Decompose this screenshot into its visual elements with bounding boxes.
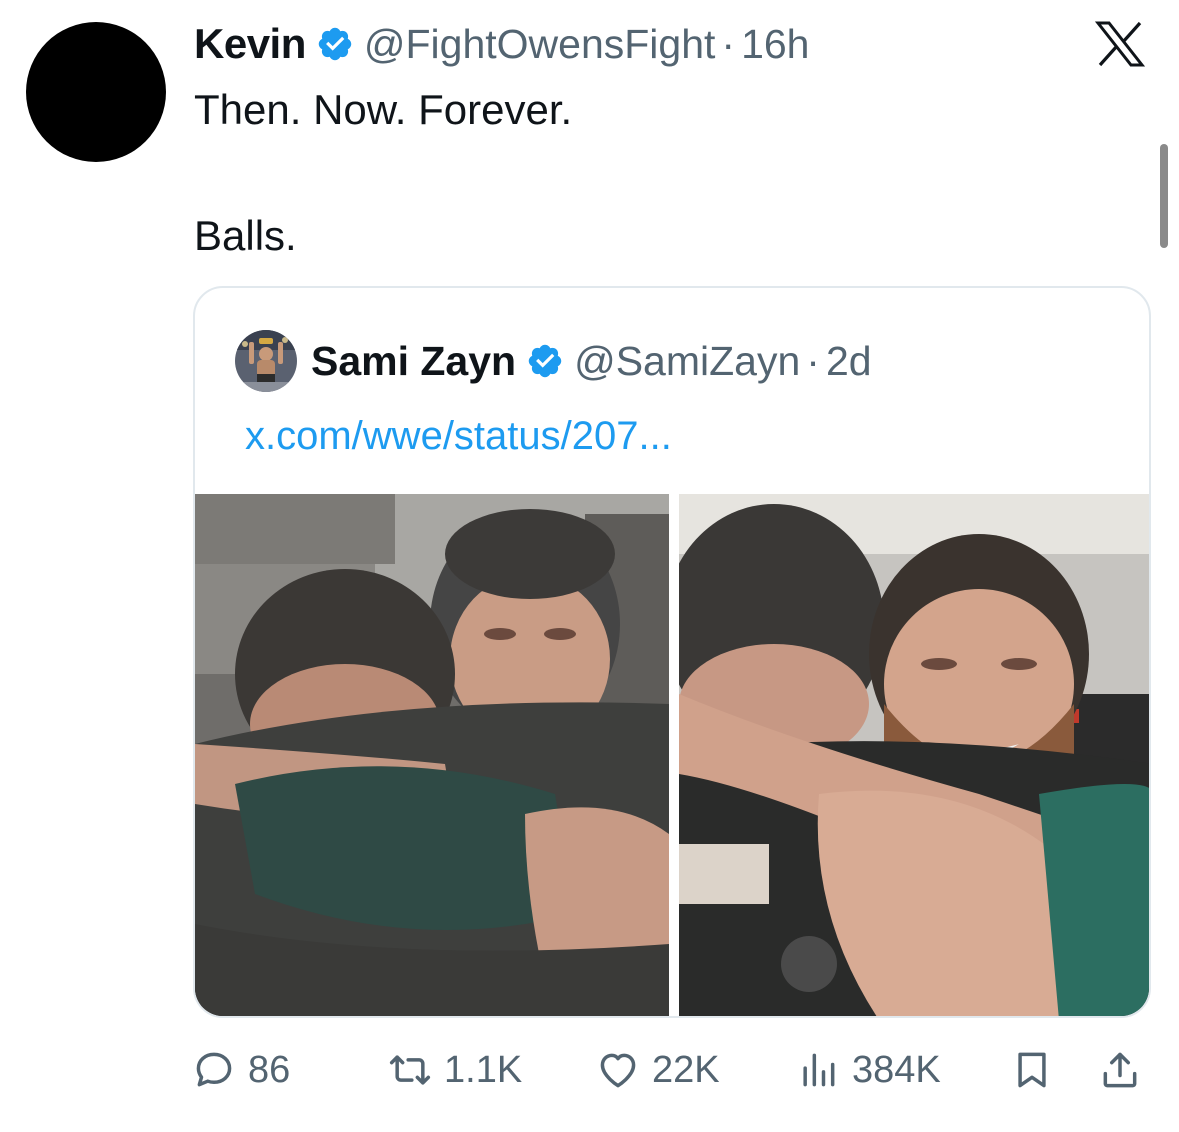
- like-count: 22K: [652, 1048, 720, 1091]
- repost-icon: [389, 1055, 431, 1085]
- author-handle[interactable]: @FightOwensFight: [364, 21, 716, 68]
- reply-icon: [196, 1052, 232, 1087]
- like-button[interactable]: 22K: [596, 1038, 720, 1102]
- media-photo[interactable]: [679, 494, 1149, 1016]
- tweet-text-line: Balls.: [194, 212, 297, 259]
- quoted-media-grid: [195, 494, 1149, 1016]
- heart-icon: [600, 1053, 636, 1088]
- tweet-actions-bar: 86 1.1K 22K 384K: [192, 1038, 1152, 1102]
- header-separator: ·: [721, 20, 736, 67]
- views-count: 384K: [852, 1048, 941, 1091]
- verified-badge-icon: [526, 342, 564, 380]
- reply-count: 86: [248, 1048, 291, 1091]
- share-icon: [1103, 1052, 1137, 1088]
- bookmark-button[interactable]: [1010, 1038, 1054, 1102]
- tweet-header: Kevin @FightOwensFight · 16h: [194, 18, 809, 70]
- reply-button[interactable]: 86: [192, 1038, 290, 1102]
- quoted-author-avatar[interactable]: [235, 330, 297, 392]
- quoted-author-display-name[interactable]: Sami Zayn: [311, 338, 516, 385]
- repost-button[interactable]: 1.1K: [388, 1038, 522, 1102]
- repost-count: 1.1K: [444, 1048, 523, 1091]
- verified-badge-icon: [316, 25, 354, 63]
- views-chart-icon: [803, 1053, 835, 1087]
- quoted-tweet-link[interactable]: x.com/wwe/status/207...: [245, 414, 672, 459]
- media-photo[interactable]: [195, 494, 669, 1016]
- quoted-tweet-card[interactable]: Sami Zayn @SamiZayn · 2d x.com/wwe/statu…: [193, 286, 1151, 1018]
- quoted-author-handle[interactable]: @SamiZayn: [574, 338, 800, 385]
- tweet-body: Then. Now. Forever. Balls.: [194, 82, 572, 264]
- quoted-tweet-timestamp[interactable]: 2d: [826, 338, 872, 385]
- bookmark-icon: [1018, 1052, 1046, 1088]
- author-display-name[interactable]: Kevin: [194, 20, 306, 68]
- scrollbar[interactable]: [1160, 144, 1168, 248]
- x-logo-icon: [1094, 20, 1146, 68]
- quoted-tweet-header: Sami Zayn @SamiZayn · 2d: [235, 328, 872, 394]
- tweet-timestamp[interactable]: 16h: [741, 21, 809, 68]
- tweet-text-line: Then. Now. Forever.: [194, 86, 573, 133]
- header-separator: ·: [806, 337, 820, 384]
- author-avatar[interactable]: [26, 22, 166, 162]
- share-button[interactable]: [1098, 1038, 1142, 1102]
- views-button[interactable]: 384K: [796, 1038, 941, 1102]
